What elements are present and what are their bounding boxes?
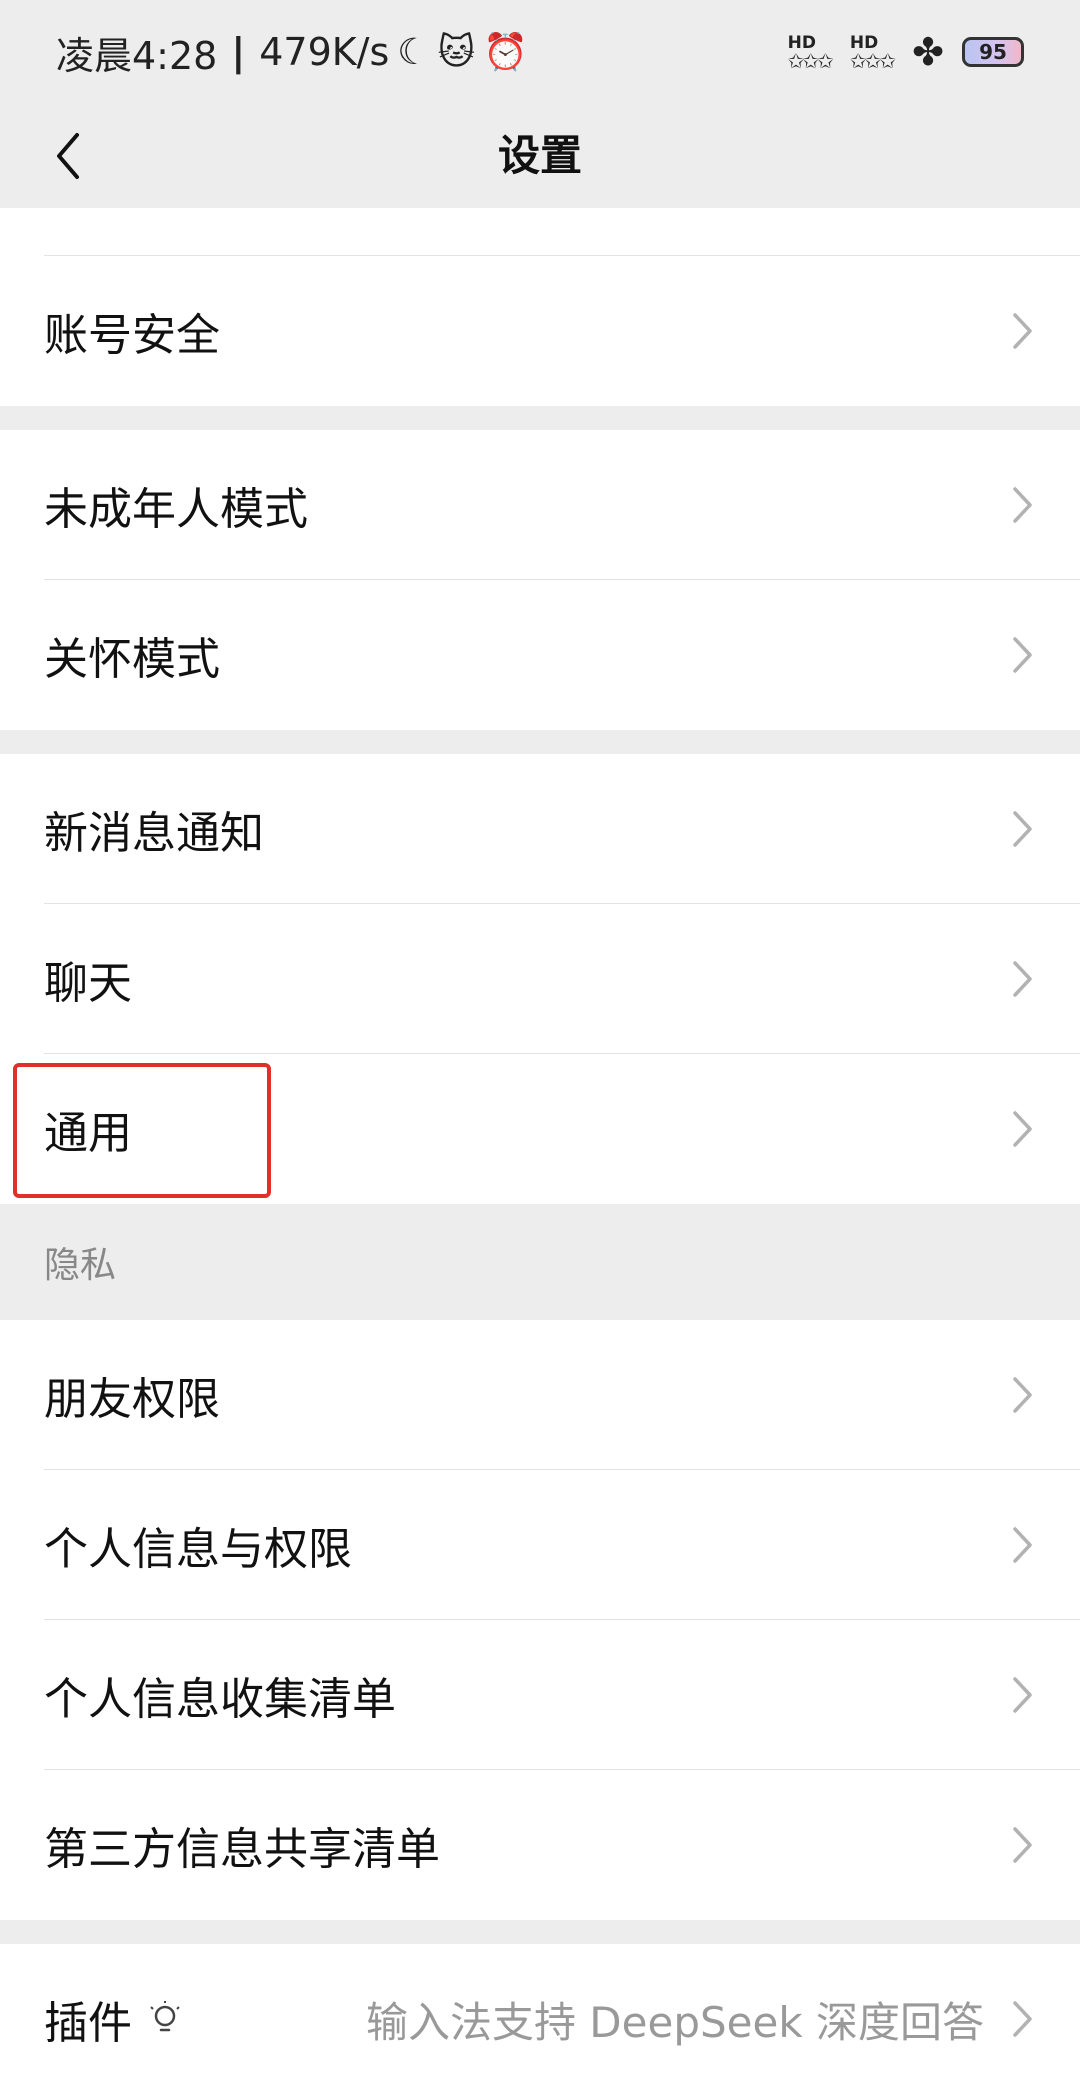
network-speed: 479K/s (259, 30, 390, 74)
list-item-label: 关怀模式 (44, 634, 220, 685)
list-item-label: 个人信息与权限 (44, 1524, 352, 1575)
group-privacy: 朋友权限 个人信息与权限 个人信息收集清单 第三方信息共享清单 (0, 1320, 1080, 1920)
group-divider (0, 1920, 1080, 1944)
status-separator: | (231, 30, 246, 74)
moon-icon: ☾ (397, 31, 430, 73)
chevron-right-icon (1013, 487, 1032, 523)
list-item-label: 未成年人模式 (44, 484, 308, 535)
list-item-partial (0, 208, 1080, 256)
chevron-right-icon (1013, 313, 1032, 349)
chevron-right-icon (1013, 1827, 1032, 1863)
alarm-icon: ⏰ (483, 32, 528, 73)
list-item-personal-info[interactable]: 个人信息与权限 (0, 1470, 1080, 1620)
page-title: 设置 (497, 131, 582, 180)
status-bar: 凌晨4:28 | 479K/s ☾ 🐱 ⏰ HD ✩✩✩ HD ✩✩✩ ✤ 95 (0, 0, 1080, 104)
list-item-label: 第三方信息共享清单 (44, 1824, 440, 1875)
list-item-label: 聊天 (44, 958, 132, 1009)
list-item-chat[interactable]: 聊天 (0, 904, 1080, 1054)
list-item-notifications[interactable]: 新消息通知 (0, 754, 1080, 904)
list-item-info-collection[interactable]: 个人信息收集清单 (0, 1620, 1080, 1770)
chevron-right-icon (1013, 1527, 1032, 1563)
list-item-care-mode[interactable]: 关怀模式 (0, 580, 1080, 730)
list-item-third-party[interactable]: 第三方信息共享清单 (0, 1770, 1080, 1920)
cat-icon: 🐱 (437, 31, 476, 73)
battery-level: 95 (979, 40, 1007, 64)
group-plugins: 插件 输入法支持 DeepSeek 深度回答 (0, 1944, 1080, 2094)
lightbulb-icon (150, 2001, 180, 2032)
sim2-signal-icon: HD ✩✩✩ (849, 33, 896, 73)
list-item-friend-permissions[interactable]: 朋友权限 (0, 1320, 1080, 1470)
status-left: 凌晨4:28 | 479K/s ☾ 🐱 ⏰ (56, 25, 528, 80)
chevron-right-icon (1013, 1677, 1032, 1713)
group-divider (0, 730, 1080, 754)
plugins-value: 输入法支持 DeepSeek 深度回答 (365, 1997, 984, 2047)
chevron-right-icon (1013, 1111, 1032, 1147)
list-item-label: 插件 (44, 1998, 132, 2049)
list-item-general[interactable]: 通用 (0, 1054, 1080, 1204)
list-item-label: 个人信息收集清单 (44, 1674, 396, 1725)
nav-header: 设置 (0, 104, 1080, 208)
chevron-right-icon (1013, 1377, 1032, 1413)
list-item-label: 新消息通知 (44, 808, 264, 859)
group-account: 账号安全 (0, 256, 1080, 406)
chevron-right-icon (1013, 2001, 1032, 2037)
group-general: 新消息通知 聊天 通用 (0, 754, 1080, 1204)
list-item-label: 账号安全 (44, 310, 220, 361)
list-item-label: 朋友权限 (44, 1374, 220, 1425)
chevron-left-icon (57, 133, 79, 179)
status-time: 凌晨4:28 (56, 33, 218, 78)
sim1-signal-icon: HD ✩✩✩ (787, 33, 834, 73)
chevron-right-icon (1013, 811, 1032, 847)
list-item-minor-mode[interactable]: 未成年人模式 (0, 430, 1080, 580)
battery-icon: 95 (962, 37, 1024, 67)
list-item-account-security[interactable]: 账号安全 (0, 256, 1080, 406)
list-item-label: 通用 (44, 1108, 132, 1159)
group-divider (0, 406, 1080, 430)
clover-icon: ✤ (912, 30, 944, 74)
chevron-right-icon (1013, 961, 1032, 997)
section-title-privacy: 隐私 (0, 1204, 1080, 1320)
status-right: HD ✩✩✩ HD ✩✩✩ ✤ 95 (788, 30, 1024, 74)
back-button[interactable] (36, 124, 100, 188)
settings-list: 账号安全 未成年人模式 关怀模式 新消息通知 聊天 通用 隐私 朋友权限 个人信… (0, 256, 1080, 2094)
list-item-plugins[interactable]: 插件 输入法支持 DeepSeek 深度回答 (0, 1944, 1080, 2094)
chevron-right-icon (1013, 637, 1032, 673)
group-modes: 未成年人模式 关怀模式 (0, 430, 1080, 730)
